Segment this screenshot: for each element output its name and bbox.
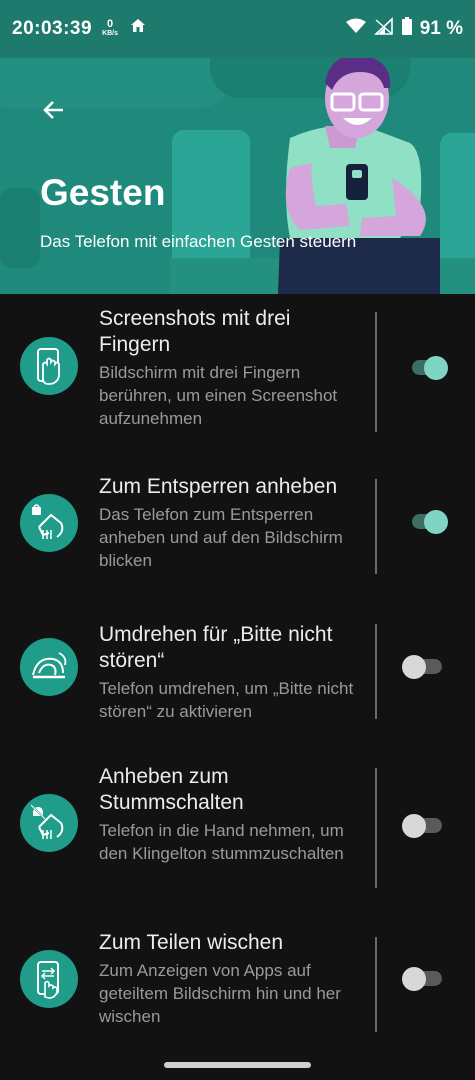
gesture-title: Zum Entsperren anheben bbox=[99, 475, 338, 498]
status-time: 20:03:39 bbox=[12, 18, 93, 39]
divider bbox=[375, 937, 377, 1032]
page-title: Gesten bbox=[40, 172, 166, 213]
gesture-description: Telefon in die Hand nehmen, um den Kling… bbox=[99, 821, 344, 863]
navigation-handle[interactable] bbox=[164, 1062, 311, 1068]
battery-level: 91 % bbox=[419, 18, 463, 39]
gesture-description: Telefon umdrehen, um „Bitte nicht stören… bbox=[99, 679, 354, 721]
divider bbox=[375, 312, 377, 432]
battery-icon bbox=[401, 17, 412, 41]
gesture-title: Zum Teilen wischen bbox=[99, 931, 284, 954]
gesture-item-lift-to-unlock[interactable]: Zum Entsperren anheben Das Telefon zum E… bbox=[0, 464, 475, 584]
flip-dnd-toggle[interactable] bbox=[402, 653, 448, 681]
divider bbox=[375, 624, 377, 719]
page-subtitle: Das Telefon mit einfachen Gesten steuern bbox=[40, 232, 357, 251]
status-bar: 20:03:39 0 KB/s 91 % bbox=[0, 0, 475, 58]
lift-mute-icon bbox=[20, 794, 78, 852]
three-finger-screenshot-toggle[interactable] bbox=[402, 354, 448, 382]
gesture-title: Umdrehen für „Bitte nicht stören“ bbox=[99, 623, 333, 672]
gesture-description: Bildschirm mit drei Fingern berühren, um… bbox=[99, 363, 338, 428]
gesture-item-lift-to-mute[interactable]: Anheben zum Stummschalten Telefon in die… bbox=[0, 756, 475, 894]
swipe-split-icon bbox=[20, 950, 78, 1008]
lift-to-mute-toggle[interactable] bbox=[402, 812, 448, 840]
flip-dnd-icon bbox=[20, 638, 78, 696]
wifi-icon bbox=[345, 18, 366, 40]
home-icon bbox=[130, 18, 146, 40]
lift-to-unlock-toggle[interactable] bbox=[402, 508, 448, 536]
gesture-title: Anheben zum Stummschalten bbox=[99, 765, 244, 814]
swipe-split-toggle[interactable] bbox=[402, 965, 448, 993]
network-speed: 0 KB/s bbox=[102, 18, 119, 38]
divider bbox=[375, 768, 377, 888]
lift-unlock-icon bbox=[20, 494, 78, 552]
network-speed-unit: KB/s bbox=[102, 30, 119, 37]
back-arrow-icon bbox=[43, 101, 63, 119]
three-finger-screenshot-icon bbox=[20, 337, 78, 395]
gesture-title: Screenshots mit drei Fingern bbox=[99, 307, 291, 356]
network-speed-value: 0 bbox=[106, 18, 114, 30]
gesture-item-three-finger-screenshot[interactable]: Screenshots mit drei Fingern Bildschirm … bbox=[0, 294, 475, 442]
gesture-item-flip-dnd[interactable]: Umdrehen für „Bitte nicht stören“ Telefo… bbox=[0, 612, 475, 724]
divider bbox=[375, 479, 377, 574]
gesture-item-swipe-split[interactable]: Zum Teilen wischen Zum Anzeigen von Apps… bbox=[0, 926, 475, 1036]
gesture-description: Zum Anzeigen von Apps auf geteiltem Bild… bbox=[99, 961, 341, 1026]
gesture-description: Das Telefon zum Entsperren anheben und a… bbox=[99, 505, 343, 570]
header-banner: Gesten Das Telefon mit einfachen Gesten … bbox=[0, 58, 475, 294]
back-button[interactable] bbox=[34, 90, 74, 130]
cell-signal-icon bbox=[373, 17, 394, 41]
